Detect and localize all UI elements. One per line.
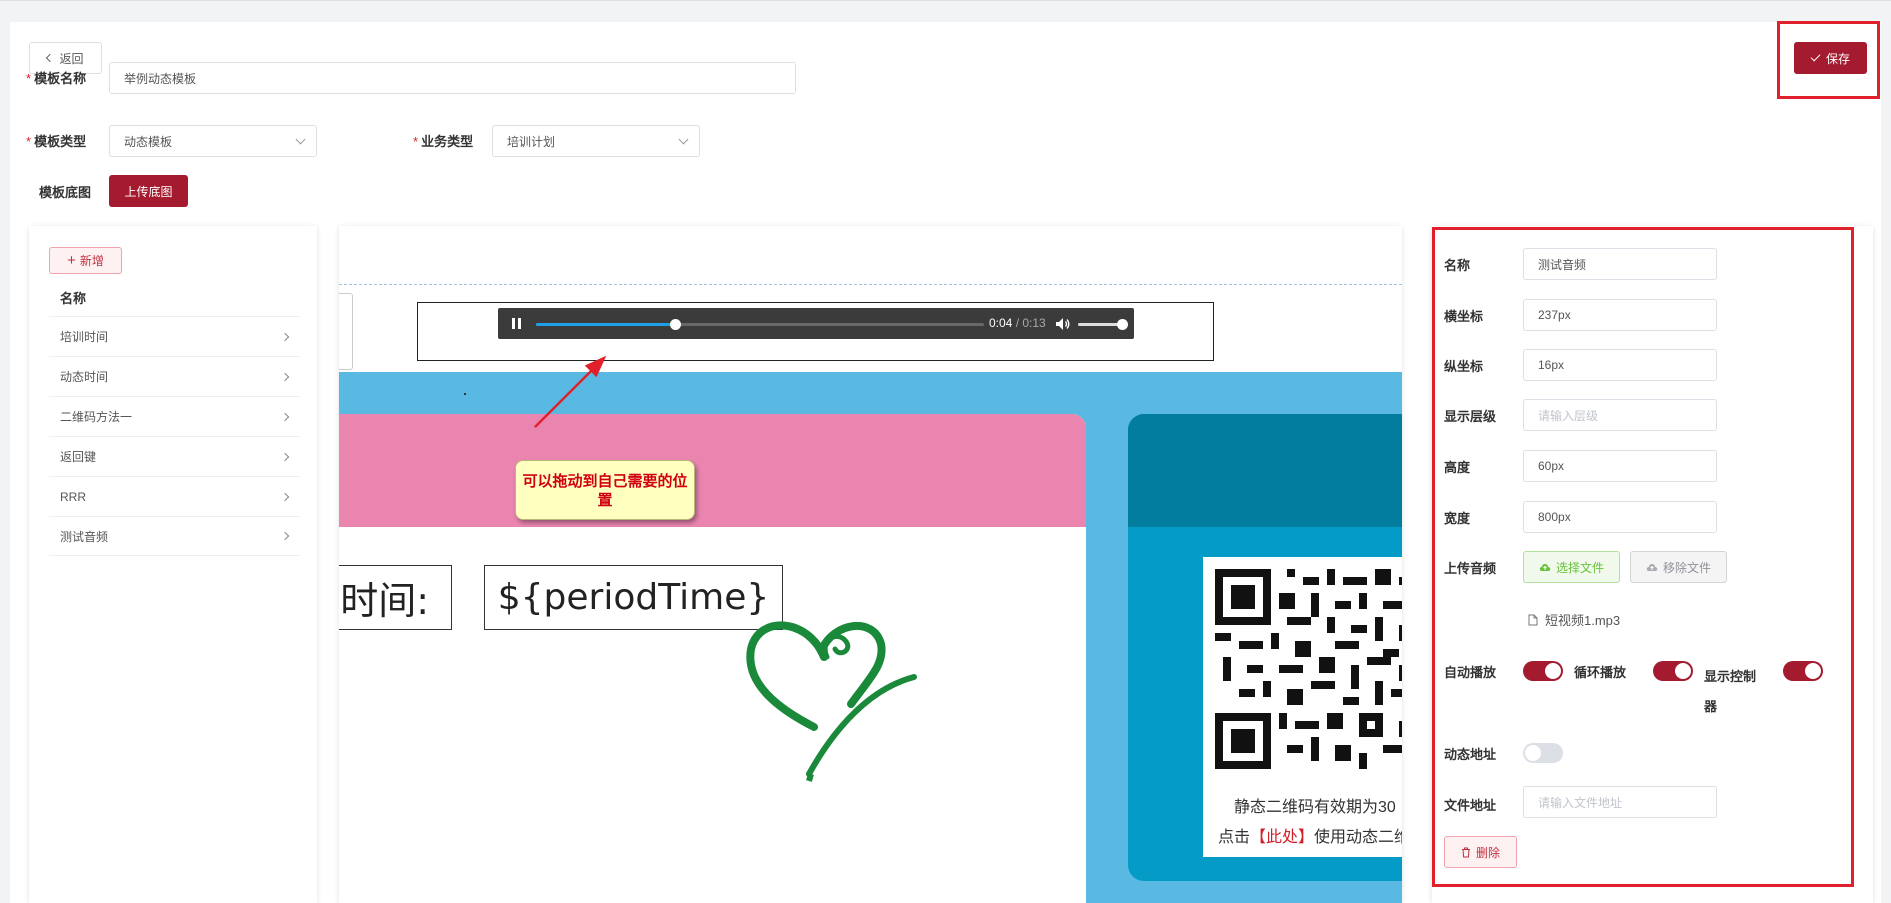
design-canvas[interactable]: 时间: ${periodTime} 静态二维码有效期为30 点击【此处】使用动态… [339,226,1402,903]
list-item[interactable]: 返回键 [49,436,299,476]
choose-file-button[interactable]: 选择文件 [1523,551,1620,583]
y-coordinate-input[interactable]: 16px [1523,349,1717,381]
volume-slider[interactable] [1078,323,1122,326]
heart-logo [746,621,917,782]
list-item[interactable]: 动态时间 [49,356,299,396]
chevron-right-icon [280,412,290,421]
volume-thumb[interactable] [1117,319,1128,330]
y-coordinate-label: 纵坐标 [1444,359,1484,374]
loop-label: 循环播放 [1574,665,1627,680]
right-card: 静态二维码有效期为30 点击【此处】使用动态二维 [1128,414,1402,881]
show-controls-toggle[interactable] [1783,661,1823,681]
qr-caption-line1: 静态二维码有效期为30 [1234,799,1396,816]
template-bg-label: 模板底图 [39,185,92,200]
check-icon [1810,51,1821,62]
drag-hint-callout: 可以拖动到自己需要的位置 [515,460,695,520]
seek-bar-fill [536,323,675,326]
time-label-element[interactable]: 时间: [339,565,452,630]
dynamic-url-toggle[interactable] [1523,743,1563,763]
width-input[interactable]: 800px [1523,501,1717,533]
list-column-header: 名称 [60,291,87,306]
list-item[interactable]: RRR [49,476,299,516]
upload-bg-button[interactable]: 上传底图 [109,175,188,207]
x-coordinate-label: 横坐标 [1444,309,1484,324]
left-card: 时间: ${periodTime} [339,414,1086,903]
template-name-input[interactable]: 举例动态模板 [109,62,796,94]
x-coordinate-input[interactable]: 237px [1523,299,1717,331]
qr-caption-line2: 点击【此处】使用动态二维 [1218,829,1402,846]
back-button-label: 返回 [59,51,84,66]
volume-icon[interactable] [1055,317,1071,331]
qr-code-image [1215,569,1402,769]
document-icon [1528,614,1538,625]
chevron-right-icon [280,492,290,501]
seek-bar[interactable] [536,319,984,330]
business-type-label: * 业务类型 [413,134,474,149]
template-type-select[interactable]: 动态模板 [109,125,317,157]
upload-audio-label: 上传音频 [1444,561,1497,576]
time-display: 0:04 / 0:13 [989,316,1046,330]
pink-banner [339,414,1086,527]
file-url-label: 文件地址 [1444,798,1497,813]
name-input[interactable]: 测试音频 [1523,248,1717,280]
hidden-element-edge[interactable] [339,293,353,370]
chevron-left-icon [46,53,55,63]
save-button-label: 保存 [1825,51,1850,66]
qr-block[interactable]: 静态二维码有效期为30 点击【此处】使用动态二维 [1203,557,1402,857]
chevron-right-icon [280,332,290,341]
height-input[interactable]: 60px [1523,450,1717,482]
list-item[interactable]: 二维码方法一 [49,396,299,436]
loop-toggle[interactable] [1653,661,1693,681]
autoplay-label: 自动播放 [1444,665,1497,680]
chevron-right-icon [280,372,290,381]
list-item[interactable]: 培训时间 [49,316,299,356]
pause-icon[interactable] [512,318,521,329]
trash-icon [1461,847,1470,857]
element-list: 培训时间 动态时间 二维码方法一 返回键 RRR 测试音频 [49,316,299,556]
uploaded-file-item[interactable]: 短视频1.mp3 [1528,610,1620,629]
cloud-upload-icon [1539,564,1551,571]
template-type-label: * 模板类型 [26,134,87,149]
plus-icon: + [67,252,76,269]
list-item[interactable]: 测试音频 [49,516,299,556]
template-name-label: * 模板名称 [26,71,87,86]
file-url-input[interactable]: 请输入文件地址 [1523,786,1717,818]
show-controls-label: 显示控制器 [1704,669,1757,714]
add-element-button[interactable]: + 新增 [49,247,122,274]
seek-thumb[interactable] [669,319,681,330]
save-button[interactable]: 保存 [1794,42,1867,74]
delete-button[interactable]: 删除 [1444,836,1517,868]
audio-player[interactable]: 0:04 / 0:13 [498,308,1134,339]
qr-here-link[interactable]: 【此处】 [1250,829,1314,846]
z-index-input[interactable]: 请输入层级 [1523,399,1717,431]
add-element-label: 新增 [79,254,104,268]
name-label: 名称 [1444,258,1471,273]
autoplay-toggle[interactable] [1523,661,1563,681]
guide-line [339,284,1402,285]
width-label: 宽度 [1444,511,1471,526]
arrow-annotation [534,355,607,429]
business-type-select[interactable]: 培训计划 [492,125,700,157]
teal-banner [1128,414,1402,527]
chevron-down-icon [678,134,689,145]
dynamic-url-label: 动态地址 [1444,747,1497,762]
cloud-icon [1646,564,1658,571]
element-list-panel: + 新增 名称 培训时间 动态时间 二维码方法一 返回键 RRR 测试音频 [29,226,317,903]
chevron-right-icon [280,531,290,541]
chevron-right-icon [280,452,290,461]
dot [464,393,466,395]
chevron-down-icon [295,134,306,145]
z-index-label: 显示层级 [1444,409,1497,424]
top-border [0,0,1891,1]
height-label: 高度 [1444,460,1471,475]
remove-file-button[interactable]: 移除文件 [1630,551,1727,583]
